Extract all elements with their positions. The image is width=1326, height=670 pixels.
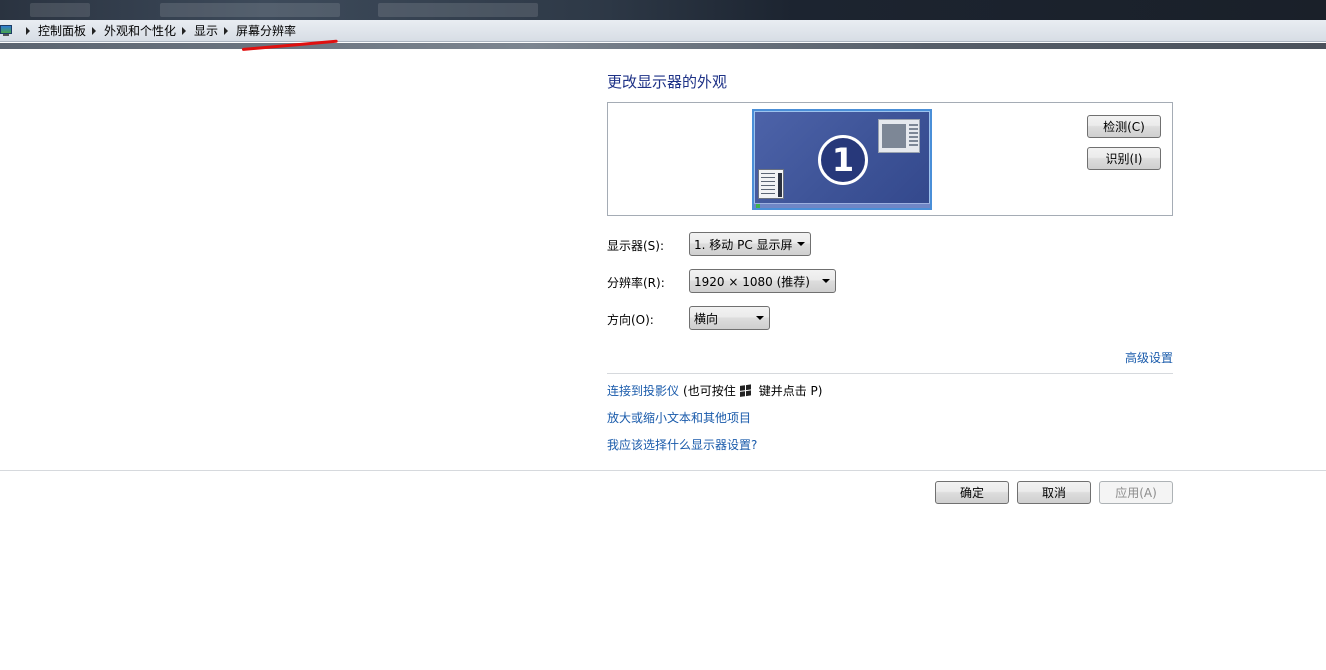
- sidebar-thumbnail: [758, 169, 784, 199]
- projector-line: 连接到投影仪 (也可按住 键并点击 P): [607, 382, 822, 399]
- blurred-item: [378, 3, 538, 17]
- dropdown-arrow-icon: [756, 316, 764, 320]
- breadcrumb-item-resolution[interactable]: 屏幕分辨率: [236, 22, 296, 39]
- orientation-select-value: 横向: [694, 311, 719, 326]
- resolution-label: 分辨率(R):: [607, 276, 665, 290]
- toolbar-strip: [0, 43, 1326, 49]
- chevron-right-icon[interactable]: [224, 26, 229, 35]
- text-size-link[interactable]: 放大或缩小文本和其他项目: [607, 409, 751, 426]
- taskbar-thumbnail: [754, 203, 930, 208]
- chevron-right-icon[interactable]: [26, 26, 30, 35]
- resolution-select-value: 1920 × 1080 (推荐): [694, 274, 810, 289]
- monitor-number-badge: 1: [818, 135, 868, 185]
- cancel-button[interactable]: 取消: [1017, 481, 1091, 504]
- windows-logo-icon: [739, 383, 753, 398]
- footer-divider: [0, 470, 1326, 471]
- page-title: 更改显示器的外观: [607, 73, 728, 91]
- display-select[interactable]: 1. 移动 PC 显示屏: [689, 232, 811, 256]
- identify-button[interactable]: 识别(I): [1087, 147, 1161, 170]
- blurred-item: [160, 3, 340, 17]
- dropdown-arrow-icon: [822, 279, 830, 283]
- display-select-value: 1. 移动 PC 显示屏: [694, 237, 793, 252]
- blurred-item: [30, 3, 90, 17]
- breadcrumb-item-display[interactable]: 显示: [194, 22, 218, 39]
- chevron-right-icon[interactable]: [92, 26, 97, 35]
- breadcrumb: 控制面板 外观和个性化 显示 屏幕分辨率: [0, 20, 1326, 42]
- monitor-1-thumbnail[interactable]: 1: [752, 109, 932, 210]
- section-divider: [607, 373, 1173, 374]
- breadcrumb-item-appearance[interactable]: 外观和个性化: [104, 22, 176, 39]
- projector-hint-prefix: (也可按住: [683, 384, 736, 398]
- ok-button[interactable]: 确定: [935, 481, 1009, 504]
- resolution-select[interactable]: 1920 × 1080 (推荐): [689, 269, 836, 293]
- dropdown-arrow-icon: [797, 242, 805, 246]
- display-settings-icon: [0, 24, 14, 37]
- apply-button[interactable]: 应用(A): [1099, 481, 1173, 504]
- top-window-strip: [0, 0, 1326, 20]
- breadcrumb-item-control-panel[interactable]: 控制面板: [38, 22, 86, 39]
- connect-projector-link[interactable]: 连接到投影仪: [607, 382, 679, 399]
- orientation-select[interactable]: 横向: [689, 306, 770, 330]
- chevron-right-icon[interactable]: [182, 26, 187, 35]
- window-thumbnail: [878, 119, 920, 153]
- advanced-settings-link[interactable]: 高级设置: [1125, 349, 1173, 366]
- display-help-link[interactable]: 我应该选择什么显示器设置?: [607, 436, 757, 453]
- orientation-label: 方向(O):: [607, 313, 654, 327]
- projector-hint-suffix: 键并点击 P): [758, 384, 823, 398]
- detect-button[interactable]: 检测(C): [1087, 115, 1161, 138]
- display-label: 显示器(S):: [607, 239, 665, 253]
